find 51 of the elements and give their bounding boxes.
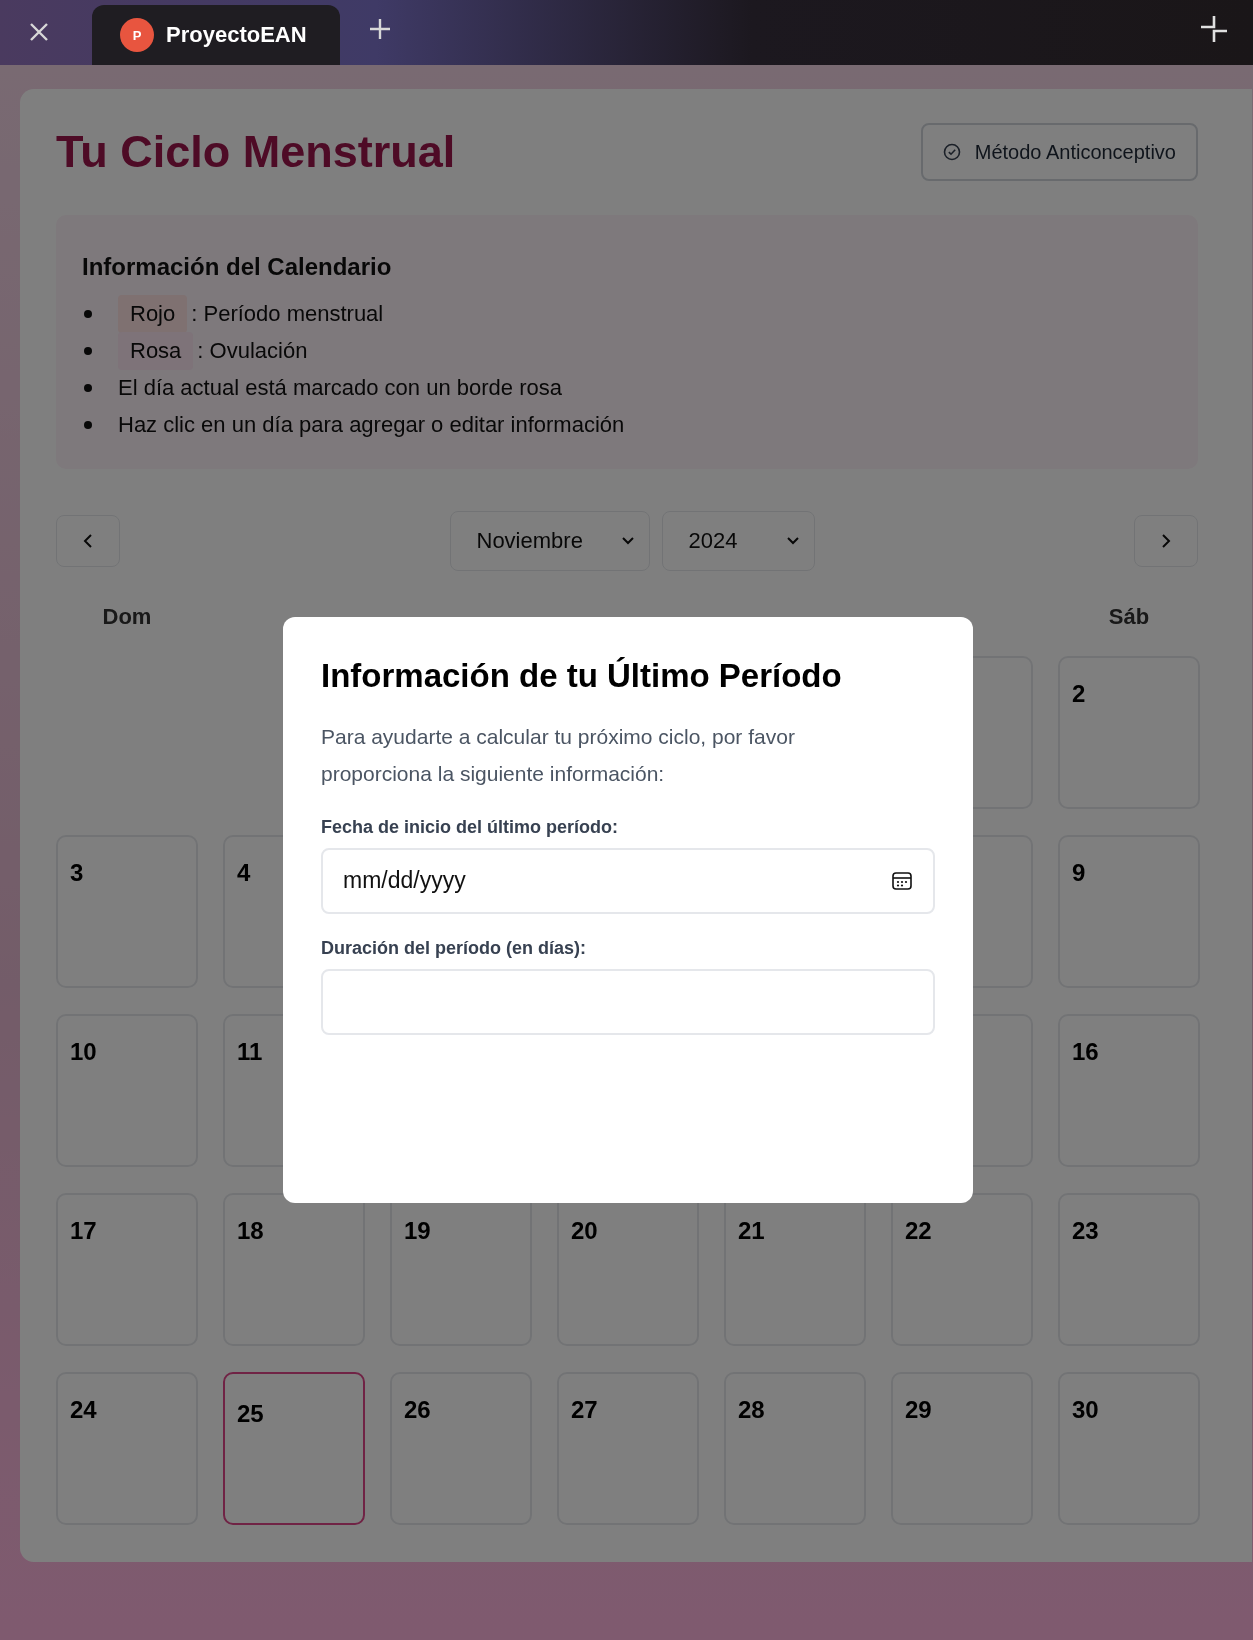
legend-text: El día actual está marcado con un borde rosa: [118, 374, 562, 401]
day-cell[interactable]: 22: [891, 1193, 1033, 1346]
chevron-left-icon: [82, 533, 94, 549]
day-cell[interactable]: 29: [891, 1372, 1033, 1525]
year-select[interactable]: 2024: [661, 511, 815, 571]
dialog-text: Para ayudarte a calcular tu próximo ciclo, por favor proporciona la siguiente información:: [321, 724, 796, 787]
day-cell[interactable]: 3: [56, 835, 198, 988]
duration-field[interactable]: [321, 968, 935, 1035]
chevron-down-icon: [785, 536, 800, 546]
weekday-label: Dom: [101, 604, 153, 630]
day-cell[interactable]: 2: [1058, 656, 1200, 809]
legend-swatch: Rojo: [118, 294, 188, 333]
day-cell[interactable]: 9: [1058, 835, 1200, 988]
legend-swatch: Rosa: [118, 331, 194, 370]
day-cell[interactable]: 28: [724, 1372, 866, 1525]
check-circle-icon: [942, 143, 961, 161]
chevron-right-icon: [1160, 533, 1172, 549]
bullet: [84, 346, 92, 355]
day-cell[interactable]: 24: [56, 1372, 198, 1525]
collapse-icon[interactable]: [1199, 14, 1229, 44]
legend-text: : Ovulación: [197, 337, 308, 364]
field-label: Fecha de inicio del último período:: [321, 816, 620, 838]
date-field[interactable]: mm/dd/yyyy: [321, 847, 935, 914]
day-cell[interactable]: 10: [56, 1014, 198, 1167]
new-tab-icon[interactable]: [368, 17, 392, 41]
bullet: [84, 383, 92, 392]
contraception-button[interactable]: Método Anticonceptivo: [920, 123, 1198, 181]
tab-title: ProyectoEAN: [166, 22, 307, 48]
day-cell[interactable]: 18: [223, 1193, 365, 1346]
day-cell[interactable]: 30: [1058, 1372, 1200, 1525]
dialog-title: Información de tu Último Período: [321, 657, 843, 695]
close-icon[interactable]: [28, 21, 50, 43]
weekday-label: Sáb: [1107, 604, 1151, 630]
page-title: Tu Ciclo Menstrual: [56, 126, 456, 178]
tab-avatar: P: [120, 18, 154, 52]
browser-tab[interactable]: P ProyectoEAN: [92, 5, 340, 65]
legend-text: Haz clic en un día para agregar o editar información: [118, 411, 625, 438]
day-cell[interactable]: 23: [1058, 1193, 1200, 1346]
day-cell[interactable]: 27: [557, 1372, 699, 1525]
day-cell[interactable]: 16: [1058, 1014, 1200, 1167]
month-select[interactable]: Noviembre: [449, 511, 650, 571]
day-cell[interactable]: 26: [390, 1372, 532, 1525]
legend-text: : Período menstrual: [191, 300, 384, 327]
calendar-icon[interactable]: [891, 869, 913, 892]
chevron-down-icon: [620, 536, 635, 546]
bullet: [84, 420, 92, 429]
legend-title: Información del Calendario: [82, 253, 393, 281]
bullet: [84, 309, 92, 318]
field-label: Duración del período (en días):: [321, 937, 588, 959]
day-cell[interactable]: 25: [223, 1372, 365, 1525]
day-cell[interactable]: 17: [56, 1193, 198, 1346]
